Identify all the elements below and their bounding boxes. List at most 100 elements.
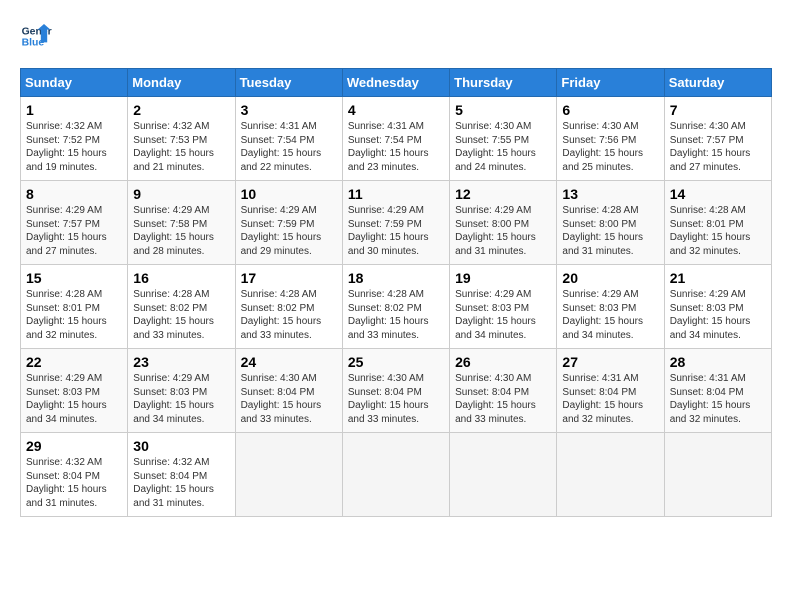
day-info: Sunrise: 4:28 AM Sunset: 8:00 PM Dayligh… (562, 204, 658, 258)
day-number: 29 (26, 438, 122, 454)
calendar-cell: 4 Sunrise: 4:31 AM Sunset: 7:54 PM Daylig… (342, 97, 449, 181)
calendar-header-row: SundayMondayTuesdayWednesdayThursdayFrid… (21, 69, 772, 97)
day-number: 8 (26, 186, 122, 202)
day-info: Sunrise: 4:29 AM Sunset: 8:03 PM Dayligh… (562, 288, 658, 342)
day-number: 9 (133, 186, 229, 202)
day-info: Sunrise: 4:30 AM Sunset: 8:04 PM Dayligh… (241, 372, 337, 426)
day-info: Sunrise: 4:30 AM Sunset: 8:04 PM Dayligh… (455, 372, 551, 426)
day-info: Sunrise: 4:31 AM Sunset: 8:04 PM Dayligh… (670, 372, 766, 426)
calendar-cell: 13 Sunrise: 4:28 AM Sunset: 8:00 PM Dayli… (557, 181, 664, 265)
day-info: Sunrise: 4:28 AM Sunset: 8:02 PM Dayligh… (348, 288, 444, 342)
calendar-cell: 21 Sunrise: 4:29 AM Sunset: 8:03 PM Dayli… (664, 265, 771, 349)
day-number: 23 (133, 354, 229, 370)
day-info: Sunrise: 4:29 AM Sunset: 7:58 PM Dayligh… (133, 204, 229, 258)
day-info: Sunrise: 4:32 AM Sunset: 8:04 PM Dayligh… (133, 456, 229, 510)
day-info: Sunrise: 4:30 AM Sunset: 7:56 PM Dayligh… (562, 120, 658, 174)
calendar-cell: 7 Sunrise: 4:30 AM Sunset: 7:57 PM Daylig… (664, 97, 771, 181)
calendar-cell (235, 433, 342, 517)
day-number: 13 (562, 186, 658, 202)
day-info: Sunrise: 4:31 AM Sunset: 7:54 PM Dayligh… (241, 120, 337, 174)
day-info: Sunrise: 4:28 AM Sunset: 8:02 PM Dayligh… (241, 288, 337, 342)
calendar-cell: 10 Sunrise: 4:29 AM Sunset: 7:59 PM Dayli… (235, 181, 342, 265)
day-number: 27 (562, 354, 658, 370)
weekday-header-monday: Monday (128, 69, 235, 97)
weekday-header-sunday: Sunday (21, 69, 128, 97)
calendar-cell: 27Sunrise: 4:31 AM Sunset: 8:04 PM Dayli… (557, 349, 664, 433)
day-number: 16 (133, 270, 229, 286)
day-number: 28 (670, 354, 766, 370)
calendar-cell: 14 Sunrise: 4:28 AM Sunset: 8:01 PM Dayli… (664, 181, 771, 265)
calendar-cell: 2 Sunrise: 4:32 AM Sunset: 7:53 PM Daylig… (128, 97, 235, 181)
day-info: Sunrise: 4:32 AM Sunset: 8:04 PM Dayligh… (26, 456, 122, 510)
day-number: 15 (26, 270, 122, 286)
day-number: 21 (670, 270, 766, 286)
day-info: Sunrise: 4:29 AM Sunset: 7:59 PM Dayligh… (348, 204, 444, 258)
day-info: Sunrise: 4:30 AM Sunset: 8:04 PM Dayligh… (348, 372, 444, 426)
day-info: Sunrise: 4:28 AM Sunset: 8:01 PM Dayligh… (670, 204, 766, 258)
calendar-cell: 17Sunrise: 4:28 AM Sunset: 8:02 PM Dayli… (235, 265, 342, 349)
day-number: 6 (562, 102, 658, 118)
calendar-cell: 19 Sunrise: 4:29 AM Sunset: 8:03 PM Dayli… (450, 265, 557, 349)
calendar-cell: 12Sunrise: 4:29 AM Sunset: 8:00 PM Dayli… (450, 181, 557, 265)
day-number: 11 (348, 186, 444, 202)
weekday-header-wednesday: Wednesday (342, 69, 449, 97)
calendar-cell (557, 433, 664, 517)
day-info: Sunrise: 4:29 AM Sunset: 8:03 PM Dayligh… (133, 372, 229, 426)
day-number: 3 (241, 102, 337, 118)
day-number: 12 (455, 186, 551, 202)
day-number: 7 (670, 102, 766, 118)
weekday-header-tuesday: Tuesday (235, 69, 342, 97)
calendar-cell: 20 Sunrise: 4:29 AM Sunset: 8:03 PM Dayli… (557, 265, 664, 349)
weekday-header-thursday: Thursday (450, 69, 557, 97)
logo-icon: General Blue (20, 20, 52, 52)
calendar-cell: 8 Sunrise: 4:29 AM Sunset: 7:57 PM Daylig… (21, 181, 128, 265)
calendar-cell: 29 Sunrise: 4:32 AM Sunset: 8:04 PM Dayli… (21, 433, 128, 517)
day-number: 30 (133, 438, 229, 454)
day-info: Sunrise: 4:31 AM Sunset: 7:54 PM Dayligh… (348, 120, 444, 174)
day-info: Sunrise: 4:29 AM Sunset: 8:03 PM Dayligh… (26, 372, 122, 426)
day-number: 14 (670, 186, 766, 202)
day-number: 2 (133, 102, 229, 118)
day-info: Sunrise: 4:30 AM Sunset: 7:55 PM Dayligh… (455, 120, 551, 174)
calendar-cell (342, 433, 449, 517)
day-info: Sunrise: 4:29 AM Sunset: 7:59 PM Dayligh… (241, 204, 337, 258)
calendar-cell: 24 Sunrise: 4:30 AM Sunset: 8:04 PM Dayli… (235, 349, 342, 433)
day-info: Sunrise: 4:28 AM Sunset: 8:01 PM Dayligh… (26, 288, 122, 342)
day-number: 22 (26, 354, 122, 370)
day-number: 10 (241, 186, 337, 202)
day-number: 24 (241, 354, 337, 370)
weekday-header-friday: Friday (557, 69, 664, 97)
calendar-cell (450, 433, 557, 517)
calendar-cell: 26 Sunrise: 4:30 AM Sunset: 8:04 PM Dayli… (450, 349, 557, 433)
calendar-cell: 25 Sunrise: 4:30 AM Sunset: 8:04 PM Dayli… (342, 349, 449, 433)
calendar-cell: 23 Sunrise: 4:29 AM Sunset: 8:03 PM Dayli… (128, 349, 235, 433)
day-number: 20 (562, 270, 658, 286)
calendar-week-2: 8 Sunrise: 4:29 AM Sunset: 7:57 PM Daylig… (21, 181, 772, 265)
calendar-cell: 3 Sunrise: 4:31 AM Sunset: 7:54 PM Daylig… (235, 97, 342, 181)
calendar-week-5: 29 Sunrise: 4:32 AM Sunset: 8:04 PM Dayli… (21, 433, 772, 517)
calendar-cell: 22 Sunrise: 4:29 AM Sunset: 8:03 PM Dayli… (21, 349, 128, 433)
day-number: 4 (348, 102, 444, 118)
calendar-cell: 28 Sunrise: 4:31 AM Sunset: 8:04 PM Dayli… (664, 349, 771, 433)
day-info: Sunrise: 4:30 AM Sunset: 7:57 PM Dayligh… (670, 120, 766, 174)
weekday-header-saturday: Saturday (664, 69, 771, 97)
day-number: 5 (455, 102, 551, 118)
day-info: Sunrise: 4:29 AM Sunset: 7:57 PM Dayligh… (26, 204, 122, 258)
day-info: Sunrise: 4:29 AM Sunset: 8:03 PM Dayligh… (455, 288, 551, 342)
calendar-week-1: 1 Sunrise: 4:32 AM Sunset: 7:52 PM Daylig… (21, 97, 772, 181)
day-info: Sunrise: 4:32 AM Sunset: 7:52 PM Dayligh… (26, 120, 122, 174)
day-number: 26 (455, 354, 551, 370)
day-number: 1 (26, 102, 122, 118)
day-info: Sunrise: 4:29 AM Sunset: 8:03 PM Dayligh… (670, 288, 766, 342)
calendar-cell: 5 Sunrise: 4:30 AM Sunset: 7:55 PM Daylig… (450, 97, 557, 181)
calendar-cell: 18Sunrise: 4:28 AM Sunset: 8:02 PM Dayli… (342, 265, 449, 349)
day-number: 25 (348, 354, 444, 370)
day-info: Sunrise: 4:28 AM Sunset: 8:02 PM Dayligh… (133, 288, 229, 342)
calendar-cell: 11 Sunrise: 4:29 AM Sunset: 7:59 PM Dayli… (342, 181, 449, 265)
day-info: Sunrise: 4:32 AM Sunset: 7:53 PM Dayligh… (133, 120, 229, 174)
calendar-cell: 15 Sunrise: 4:28 AM Sunset: 8:01 PM Dayli… (21, 265, 128, 349)
logo: General Blue (20, 20, 52, 52)
calendar-cell: 16 Sunrise: 4:28 AM Sunset: 8:02 PM Dayli… (128, 265, 235, 349)
day-number: 19 (455, 270, 551, 286)
calendar-cell: 6 Sunrise: 4:30 AM Sunset: 7:56 PM Daylig… (557, 97, 664, 181)
